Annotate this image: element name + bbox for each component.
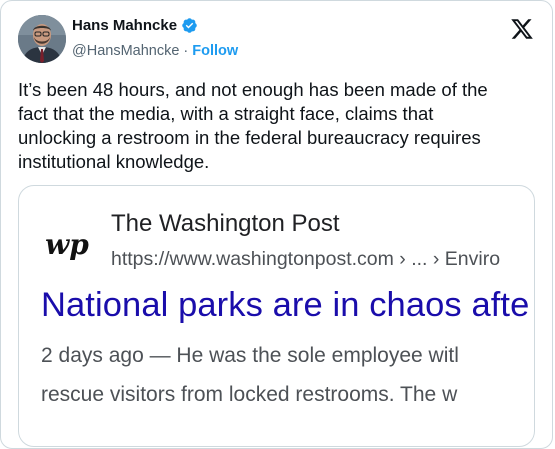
- tweet-text-line: It’s been 48 hours, and not enough has b…: [18, 79, 488, 100]
- site-name: The Washington Post: [111, 210, 340, 237]
- x-logo-icon[interactable]: [510, 17, 534, 41]
- tweet-card[interactable]: Hans Mahncke @HansMahncke · Follow It’s …: [0, 0, 553, 449]
- verified-badge-icon: [182, 18, 197, 33]
- article-snippet-line: 2 days ago — He was the sole employee wi…: [41, 344, 459, 367]
- site-url: https://www.washingtonpost.com › ... › E…: [111, 248, 501, 270]
- author-handle[interactable]: @HansMahncke: [72, 43, 179, 59]
- article-headline: National parks are in chaos afte: [41, 286, 530, 324]
- handle-row: @HansMahncke · Follow: [72, 43, 238, 59]
- tweet-text-line: unlocking a restroom in the federal bure…: [18, 127, 481, 148]
- follow-button[interactable]: Follow: [192, 43, 238, 59]
- author-name[interactable]: Hans Mahncke: [72, 17, 177, 34]
- avatar-photo: [18, 15, 66, 63]
- tweet-text: It’s been 48 hours, and not enough has b…: [18, 78, 536, 174]
- author-name-row[interactable]: Hans Mahncke: [72, 17, 198, 34]
- avatar[interactable]: [18, 15, 66, 63]
- svg-text:wp: wp: [45, 228, 89, 261]
- media-screenshot[interactable]: wp The Washington Post https://www.washi…: [18, 185, 535, 447]
- tweet-text-line: fact that the media, with a straight fac…: [18, 103, 434, 124]
- washington-post-logo: wp: [45, 228, 89, 261]
- tweet-text-line: institutional knowledge.: [18, 151, 210, 172]
- separator-dot: ·: [183, 43, 189, 59]
- article-snippet-line: rescue visitors from locked restrooms. T…: [41, 383, 458, 406]
